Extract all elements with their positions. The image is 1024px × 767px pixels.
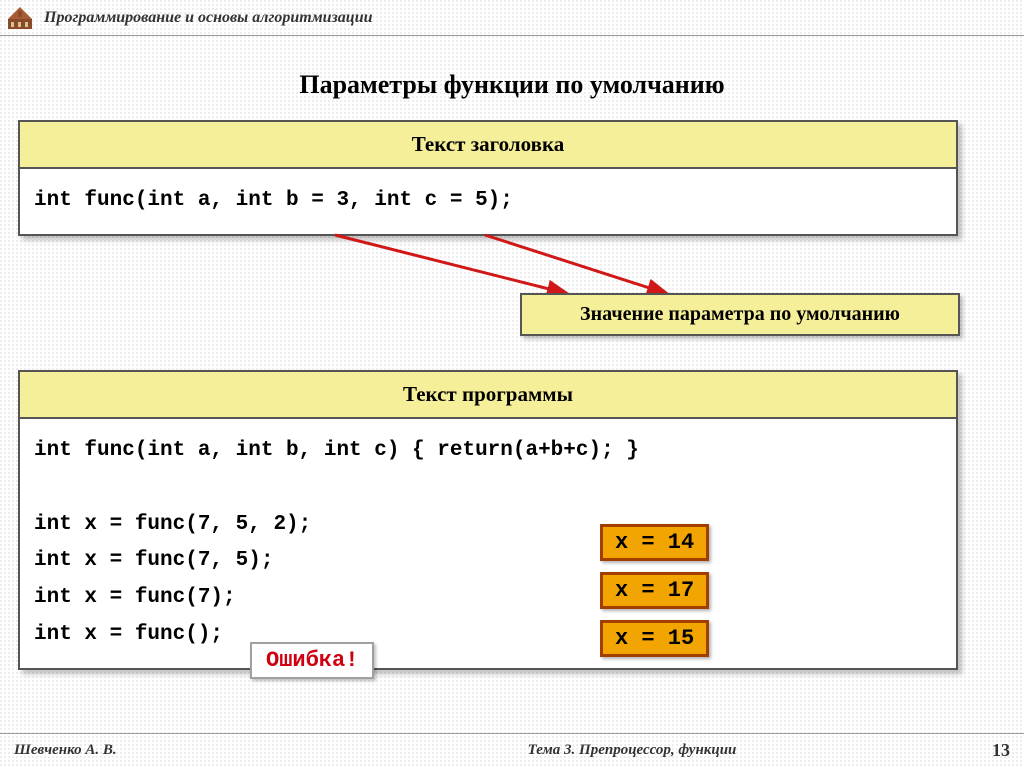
- course-title: Программирование и основы алгоритмизации: [44, 9, 372, 27]
- panel-header-text: Текст заголовка int func(int a, int b = …: [18, 120, 958, 236]
- result-box-3: x = 15: [600, 620, 709, 657]
- slide-footer: Шевченко А. В. Тема 3. Препроцессор, фун…: [0, 733, 1024, 767]
- footer-page-number: 13: [950, 740, 1010, 761]
- footer-author: Шевченко А. В.: [14, 742, 314, 759]
- callout-default-value: Значение параметра по умолчанию: [520, 293, 960, 336]
- building-logo-icon: [6, 5, 34, 31]
- slide-title: Параметры функции по умолчанию: [0, 70, 1024, 100]
- panel-program-code: int func(int a, int b, int c) { return(a…: [20, 419, 956, 668]
- slide-header: Программирование и основы алгоритмизации: [0, 0, 1024, 36]
- error-callout: Ошибка!: [250, 642, 374, 679]
- panel-header-code: int func(int a, int b = 3, int c = 5);: [20, 169, 956, 234]
- panel-header-title: Текст заголовка: [20, 122, 956, 169]
- result-box-1: x = 14: [600, 524, 709, 561]
- panel-program-title: Текст программы: [20, 372, 956, 419]
- footer-topic: Тема 3. Препроцессор, функции: [314, 742, 950, 759]
- result-box-2: x = 17: [600, 572, 709, 609]
- panel-program-text: Текст программы int func(int a, int b, i…: [18, 370, 958, 670]
